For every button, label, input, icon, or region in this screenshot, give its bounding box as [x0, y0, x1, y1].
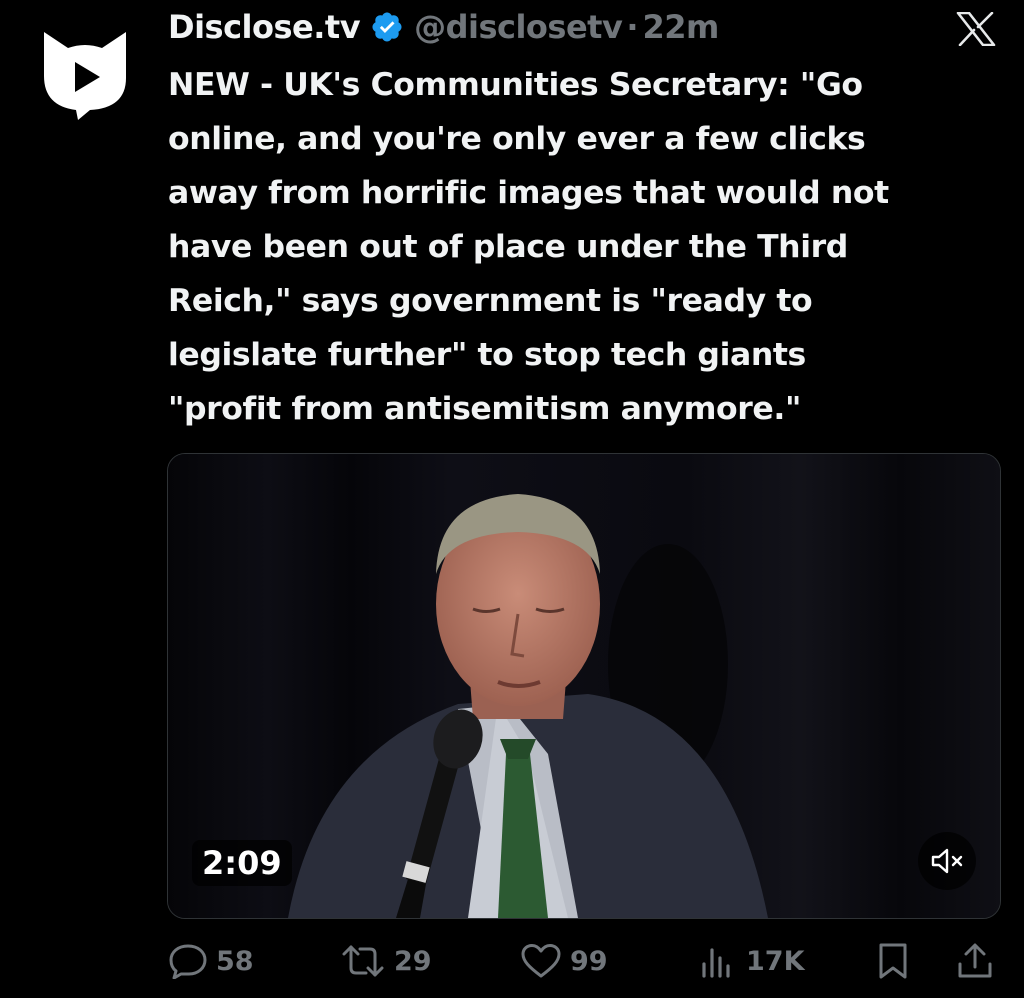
bookmark-icon	[879, 943, 907, 979]
repost-icon	[342, 945, 384, 977]
avatar[interactable]	[38, 28, 132, 120]
reply-count: 58	[216, 945, 254, 977]
like-button[interactable]: 99	[520, 936, 608, 986]
share-button[interactable]	[956, 936, 994, 986]
action-bar: 58 29 99 17K	[168, 936, 1000, 986]
views-bar-chart-icon	[702, 948, 730, 978]
verified-badge-icon[interactable]	[370, 10, 404, 44]
views-count: 17K	[746, 945, 805, 977]
mute-button[interactable]	[918, 832, 976, 890]
like-count: 99	[570, 945, 608, 977]
share-icon	[958, 943, 992, 978]
bookmark-button[interactable]	[876, 936, 910, 986]
repost-button[interactable]: 29	[340, 936, 432, 986]
tweet-text: NEW - UK's Communities Secretary: "Go on…	[168, 67, 889, 427]
reply-button[interactable]: 58	[168, 936, 254, 986]
display-name[interactable]: Disclose.tv	[168, 8, 361, 46]
video-player[interactable]: 2:09	[167, 453, 1001, 919]
repost-count: 29	[394, 945, 432, 977]
timestamp[interactable]: 22m	[642, 8, 719, 46]
heart-icon	[521, 944, 561, 978]
separator-dot: ·	[626, 8, 639, 46]
tweet-header: Disclose.tv @disclosetv · 22m	[168, 4, 719, 50]
reply-icon	[169, 944, 207, 979]
video-duration: 2:09	[192, 840, 292, 886]
speaker-muted-icon	[931, 848, 963, 874]
handle[interactable]: @disclosetv	[414, 8, 623, 46]
video-frame	[168, 454, 1000, 918]
views-button[interactable]: 17K	[698, 936, 805, 986]
x-logo-icon	[955, 11, 997, 47]
disclose-cat-play-icon	[44, 32, 126, 120]
